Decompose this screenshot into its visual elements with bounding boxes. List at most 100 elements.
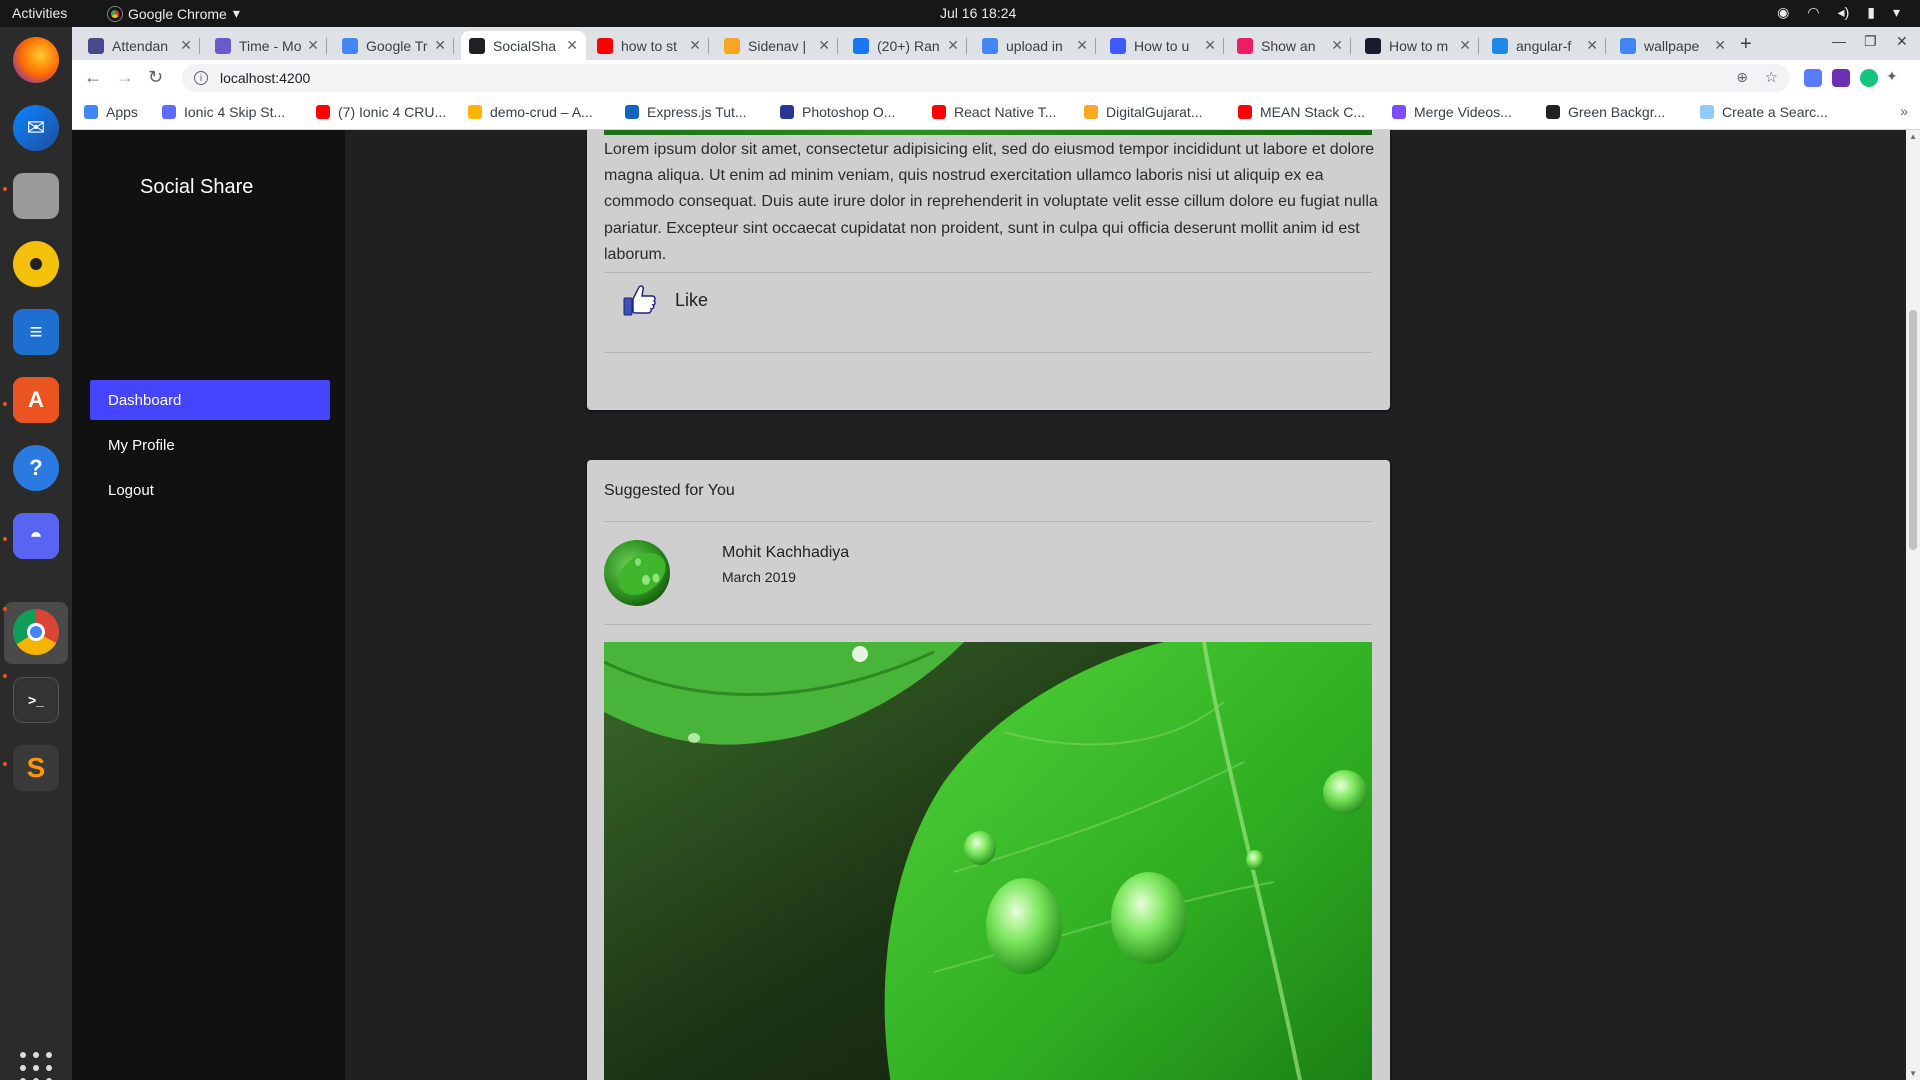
close-icon[interactable]: ✕ [1076, 37, 1088, 54]
apps-grid-icon [84, 105, 98, 119]
like-button[interactable]: Like [621, 282, 708, 318]
tab-active[interactable]: SocialSha ✕ [461, 31, 586, 60]
forward-button[interactable]: → [116, 67, 134, 88]
page-scrollbar[interactable]: ▲ ▼ [1906, 130, 1920, 1080]
battery-icon[interactable]: ▮ [1867, 4, 1875, 21]
close-window-button[interactable]: ✕ [1896, 33, 1908, 50]
help-icon[interactable]: ? [13, 445, 59, 491]
close-icon[interactable]: ✕ [434, 37, 446, 54]
nav-item-dashboard[interactable]: Dashboard [90, 380, 330, 420]
bookmarks-overflow-button[interactable]: » [1900, 103, 1908, 119]
bookmark[interactable]: React Native T... [932, 104, 1056, 120]
bookmark-label: React Native T... [954, 104, 1057, 120]
bookmark-favicon-icon [1392, 105, 1406, 119]
bookmark[interactable]: Photoshop O... [780, 104, 895, 120]
close-icon[interactable]: ✕ [1331, 37, 1343, 54]
grammarly-icon[interactable] [1860, 69, 1878, 87]
tab[interactable]: Sidenav | ✕ [716, 31, 838, 60]
software-icon[interactable]: A [13, 377, 59, 423]
close-icon[interactable]: ✕ [1586, 37, 1598, 54]
wifi-icon[interactable]: ◠ [1807, 4, 1819, 21]
bookmark[interactable]: Ionic 4 Skip St... [162, 104, 285, 120]
tab[interactable]: angular-f ✕ [1484, 31, 1606, 60]
maximize-button[interactable]: ❐ [1864, 33, 1877, 50]
app-menu[interactable]: Google Chrome ▾ [108, 5, 240, 22]
bookmark[interactable]: Green Backgr... [1546, 104, 1665, 120]
close-icon[interactable]: ✕ [1204, 37, 1216, 54]
back-button[interactable]: ← [84, 67, 102, 88]
show-apps-icon[interactable] [20, 1052, 52, 1080]
bookmark[interactable]: (7) Ionic 4 CRU... [316, 104, 446, 120]
bookmark[interactable]: MEAN Stack C... [1238, 104, 1365, 120]
zoom-icon[interactable]: ⊕ [1736, 69, 1748, 86]
thunderbird-icon[interactable]: ✉ [13, 105, 59, 151]
tab[interactable]: How to m ✕ [1357, 31, 1479, 60]
extension-icon[interactable] [1804, 69, 1822, 87]
avatar[interactable] [604, 540, 670, 606]
bookmark[interactable]: DigitalGujarat... [1084, 104, 1202, 120]
scroll-up-arrow-icon[interactable]: ▲ [1909, 132, 1917, 141]
sublime-icon[interactable]: S [13, 745, 59, 791]
close-icon[interactable]: ✕ [180, 37, 192, 54]
divider [604, 272, 1372, 273]
discord-icon[interactable]: ◓ [13, 513, 59, 559]
terminal-icon[interactable]: >_ [13, 677, 59, 723]
scrollbar-thumb[interactable] [1909, 310, 1917, 550]
bookmark[interactable]: Express.js Tut... [625, 104, 747, 120]
activities-button[interactable]: Activities [12, 5, 67, 21]
tab[interactable]: wallpape ✕ [1612, 31, 1734, 60]
close-icon[interactable]: ✕ [1714, 37, 1726, 54]
bookmark-star-icon[interactable]: ☆ [1765, 68, 1778, 86]
like-label: Like [675, 289, 709, 310]
close-icon[interactable]: ✕ [947, 37, 959, 54]
close-icon[interactable]: ✕ [1459, 37, 1471, 54]
volume-icon[interactable]: ◂) [1838, 4, 1850, 21]
discord-tray-icon[interactable]: ◉ [1777, 4, 1789, 21]
rhythmbox-icon[interactable] [13, 241, 59, 287]
nav-item-logout[interactable]: Logout [90, 470, 330, 510]
bookmark[interactable]: demo-crud – A... [468, 104, 593, 120]
tab[interactable]: Attendan ✕ [80, 31, 200, 60]
running-indicator [3, 402, 7, 406]
tab[interactable]: Google Tr ✕ [334, 31, 454, 60]
close-icon[interactable]: ✕ [566, 37, 578, 54]
system-tray[interactable]: ◉ ◠ ◂) ▮ ▾ [1777, 4, 1900, 21]
url-text[interactable]: localhost:4200 [220, 70, 310, 86]
scroll-down-arrow-icon[interactable]: ▼ [1909, 1069, 1917, 1078]
tab[interactable]: how to st ✕ [589, 31, 709, 60]
page-viewport: Social Share Dashboard My Profile Logout… [72, 130, 1920, 1080]
close-icon[interactable]: ✕ [689, 37, 701, 54]
reload-button[interactable]: ↻ [148, 67, 163, 88]
tab-favicon-icon [215, 37, 231, 54]
bookmark-label: demo-crud – A... [490, 104, 593, 120]
clock[interactable]: Jul 16 18:24 [940, 5, 1016, 21]
chevron-down-icon[interactable]: ▾ [1893, 4, 1900, 21]
writer-icon[interactable]: ≡ [13, 309, 59, 355]
files-icon[interactable] [13, 173, 59, 219]
bookmark-label: Merge Videos... [1414, 104, 1512, 120]
bookmark[interactable]: Create a Searc... [1700, 104, 1828, 120]
info-icon[interactable]: i [194, 71, 208, 85]
bookmark-apps[interactable]: Apps [84, 104, 138, 120]
tab-favicon-icon [1365, 37, 1381, 54]
author-name[interactable]: Mohit Kachhadiya [722, 544, 849, 562]
address-bar[interactable]: i localhost:4200 ⊕ ☆ [182, 64, 1790, 92]
nav-item-my-profile[interactable]: My Profile [90, 425, 330, 465]
tab[interactable]: Show an ✕ [1229, 31, 1351, 60]
puzzle-icon[interactable]: ✦ [1886, 68, 1904, 86]
leaf-photo-image [604, 642, 1372, 1080]
tab[interactable]: upload in ✕ [974, 31, 1096, 60]
tab-label: upload in [1006, 37, 1063, 54]
tab[interactable]: Time - Mo ✕ [207, 31, 327, 60]
firefox-icon[interactable] [13, 37, 59, 83]
minimize-button[interactable]: — [1832, 33, 1846, 49]
close-icon[interactable]: ✕ [307, 37, 319, 54]
tab[interactable]: How to u ✕ [1102, 31, 1224, 60]
bookmark[interactable]: Merge Videos... [1392, 104, 1512, 120]
new-tab-button[interactable]: + [1740, 33, 1752, 56]
chrome-icon[interactable] [13, 609, 59, 655]
angular-icon [469, 37, 485, 54]
close-icon[interactable]: ✕ [818, 37, 830, 54]
tab[interactable]: (20+) Ran ✕ [845, 31, 967, 60]
extension-icon[interactable] [1832, 69, 1850, 87]
